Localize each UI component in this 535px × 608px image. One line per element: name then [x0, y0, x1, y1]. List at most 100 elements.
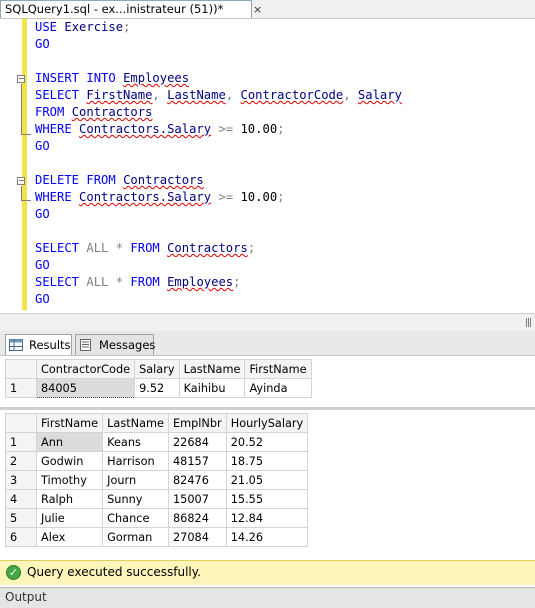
grid-cell[interactable]: 48157	[167, 451, 227, 471]
tab-messages[interactable]: Messages	[75, 334, 155, 355]
grid-cell[interactable]: Gorman	[102, 527, 169, 547]
row-number[interactable]: 5	[5, 508, 37, 528]
output-panel-header[interactable]: Output	[0, 587, 535, 608]
code-line[interactable]: GO	[35, 36, 402, 53]
status-message: Query executed successfully.	[27, 565, 201, 579]
tab-results[interactable]: Results	[5, 334, 72, 355]
column-header[interactable]: ContractorCode	[35, 359, 136, 379]
grid-cell[interactable]: Ralph	[35, 489, 104, 509]
close-tab-icon[interactable]: ×	[253, 3, 262, 16]
grid-cell[interactable]: 21.05	[225, 470, 309, 490]
code-token: ,	[225, 88, 241, 102]
code-line[interactable]	[35, 223, 402, 240]
query-tab[interactable]: SQLQuery1.sql - ex...inistrateur (51))*	[0, 0, 252, 18]
grid-cell[interactable]: Ann	[35, 432, 104, 452]
code-line[interactable]: DELETE FROM Contractors	[35, 172, 402, 189]
column-header[interactable]: LastName	[102, 413, 169, 433]
code-token: Contractors.Salary	[79, 122, 212, 136]
grid-cell[interactable]: Godwin	[35, 451, 104, 471]
code-line[interactable]: WHERE Contractors.Salary >= 10.00;	[35, 189, 402, 206]
grid-cell[interactable]: 12.84	[225, 508, 309, 528]
grid-cell[interactable]: Alex	[35, 527, 104, 547]
grip-icon[interactable]: |||	[525, 318, 532, 328]
grid-cell[interactable]: Ayinda	[244, 378, 312, 398]
column-header[interactable]: FirstName	[35, 413, 104, 433]
horizontal-scrollbar[interactable]: |||	[0, 313, 535, 332]
code-token: FROM	[130, 241, 168, 255]
code-line[interactable]: SELECT ALL * FROM Employees;	[35, 274, 402, 291]
row-number-header	[5, 359, 37, 379]
column-header[interactable]: LastName	[178, 359, 246, 379]
collapse-icon[interactable]: −	[17, 75, 25, 83]
code-token: USE	[35, 20, 65, 34]
grid-cell[interactable]: Chance	[102, 508, 169, 528]
code-line[interactable]: USE Exercise;	[35, 19, 402, 36]
grid-cell[interactable]: Sunny	[102, 489, 169, 509]
grid-cell[interactable]: Harrison	[102, 451, 169, 471]
row-number[interactable]: 4	[5, 489, 37, 509]
column-header[interactable]: HourlySalary	[225, 413, 309, 433]
results-grid-2[interactable]: FirstName LastName EmplNbr HourlySalary …	[5, 413, 309, 547]
grid-cell[interactable]: Julie	[35, 508, 104, 528]
row-number[interactable]: 2	[5, 451, 37, 471]
grid-cell[interactable]: Timothy	[35, 470, 104, 490]
grid-cell[interactable]: 20.52	[225, 432, 309, 452]
column-header[interactable]: EmplNbr	[167, 413, 227, 433]
tab-results-label: Results	[29, 338, 71, 352]
row-number[interactable]: 3	[5, 470, 37, 490]
grid-cell[interactable]: 27084	[167, 527, 227, 547]
code-text[interactable]: USE Exercise; GO INSERT INTO Employees SELE…	[35, 19, 402, 308]
row-number[interactable]: 1	[5, 432, 37, 452]
column-header[interactable]: FirstName	[244, 359, 312, 379]
results-grid-1[interactable]: ContractorCode Salary LastName FirstName…	[5, 359, 312, 398]
grid-cell[interactable]: Kaihibu	[178, 378, 246, 398]
collapse-icon[interactable]: −	[17, 177, 25, 185]
code-line[interactable]: WHERE Contractors.Salary >= 10.00;	[35, 121, 402, 138]
table-row[interactable]: 1 Ann Keans 22684 20.52	[5, 432, 309, 452]
messages-icon	[80, 339, 91, 351]
grid-cell[interactable]: 86824	[167, 508, 227, 528]
code-token: Employees	[123, 71, 190, 85]
table-row[interactable]: 1 84005 9.52 Kaihibu Ayinda	[5, 378, 312, 398]
sql-editor[interactable]: − − USE Exercise; GO INSERT INTO Employees…	[0, 19, 535, 313]
grid-cell[interactable]: 14.26	[225, 527, 309, 547]
table-row[interactable]: 4 Ralph Sunny 15007 15.55	[5, 489, 309, 509]
code-line[interactable]: GO	[35, 138, 402, 155]
code-line[interactable]: GO	[35, 291, 402, 308]
code-line[interactable]: SELECT ALL * FROM Contractors;	[35, 240, 402, 257]
grid-cell[interactable]: Journ	[102, 470, 169, 490]
code-line[interactable]	[35, 155, 402, 172]
code-token: ,	[152, 88, 168, 102]
code-token: >=	[211, 190, 241, 204]
code-token: FROM	[35, 105, 72, 119]
outline-line	[21, 84, 31, 135]
table-row[interactable]: 2 Godwin Harrison 48157 18.75	[5, 451, 309, 471]
grid-cell[interactable]: 15.55	[225, 489, 309, 509]
grid-cell[interactable]: 15007	[167, 489, 227, 509]
column-header[interactable]: Salary	[134, 359, 180, 379]
row-number[interactable]: 1	[5, 378, 37, 398]
grid-cell[interactable]: 18.75	[225, 451, 309, 471]
row-number[interactable]: 6	[5, 527, 37, 547]
code-line[interactable]: GO	[35, 257, 402, 274]
table-row[interactable]: 5 Julie Chance 86824 12.84	[5, 508, 309, 528]
grid-cell[interactable]: 82476	[167, 470, 227, 490]
code-line[interactable]: GO	[35, 206, 402, 223]
table-row[interactable]: 6 Alex Gorman 27084 14.26	[5, 527, 309, 547]
code-token: Contractors	[123, 173, 204, 187]
grid-splitter[interactable]	[0, 407, 535, 410]
code-line[interactable]: INSERT INTO Employees	[35, 70, 402, 87]
code-line[interactable]: FROM Contractors	[35, 104, 402, 121]
grid-cell[interactable]: 84005	[35, 378, 136, 398]
table-row[interactable]: 3 Timothy Journ 82476 21.05	[5, 470, 309, 490]
grid-cell[interactable]: 9.52	[134, 378, 180, 398]
code-token: ;	[247, 241, 256, 255]
code-token: ;	[233, 275, 241, 289]
code-line[interactable]	[35, 53, 402, 70]
grid-header-row: FirstName LastName EmplNbr HourlySalary	[5, 413, 309, 433]
code-token: GO	[35, 37, 50, 51]
grid-cell[interactable]: 22684	[167, 432, 227, 452]
grid-cell[interactable]: Keans	[102, 432, 169, 452]
code-line[interactable]: SELECT FirstName, LastName, ContractorCo…	[35, 87, 402, 104]
code-token: ,	[343, 88, 358, 102]
